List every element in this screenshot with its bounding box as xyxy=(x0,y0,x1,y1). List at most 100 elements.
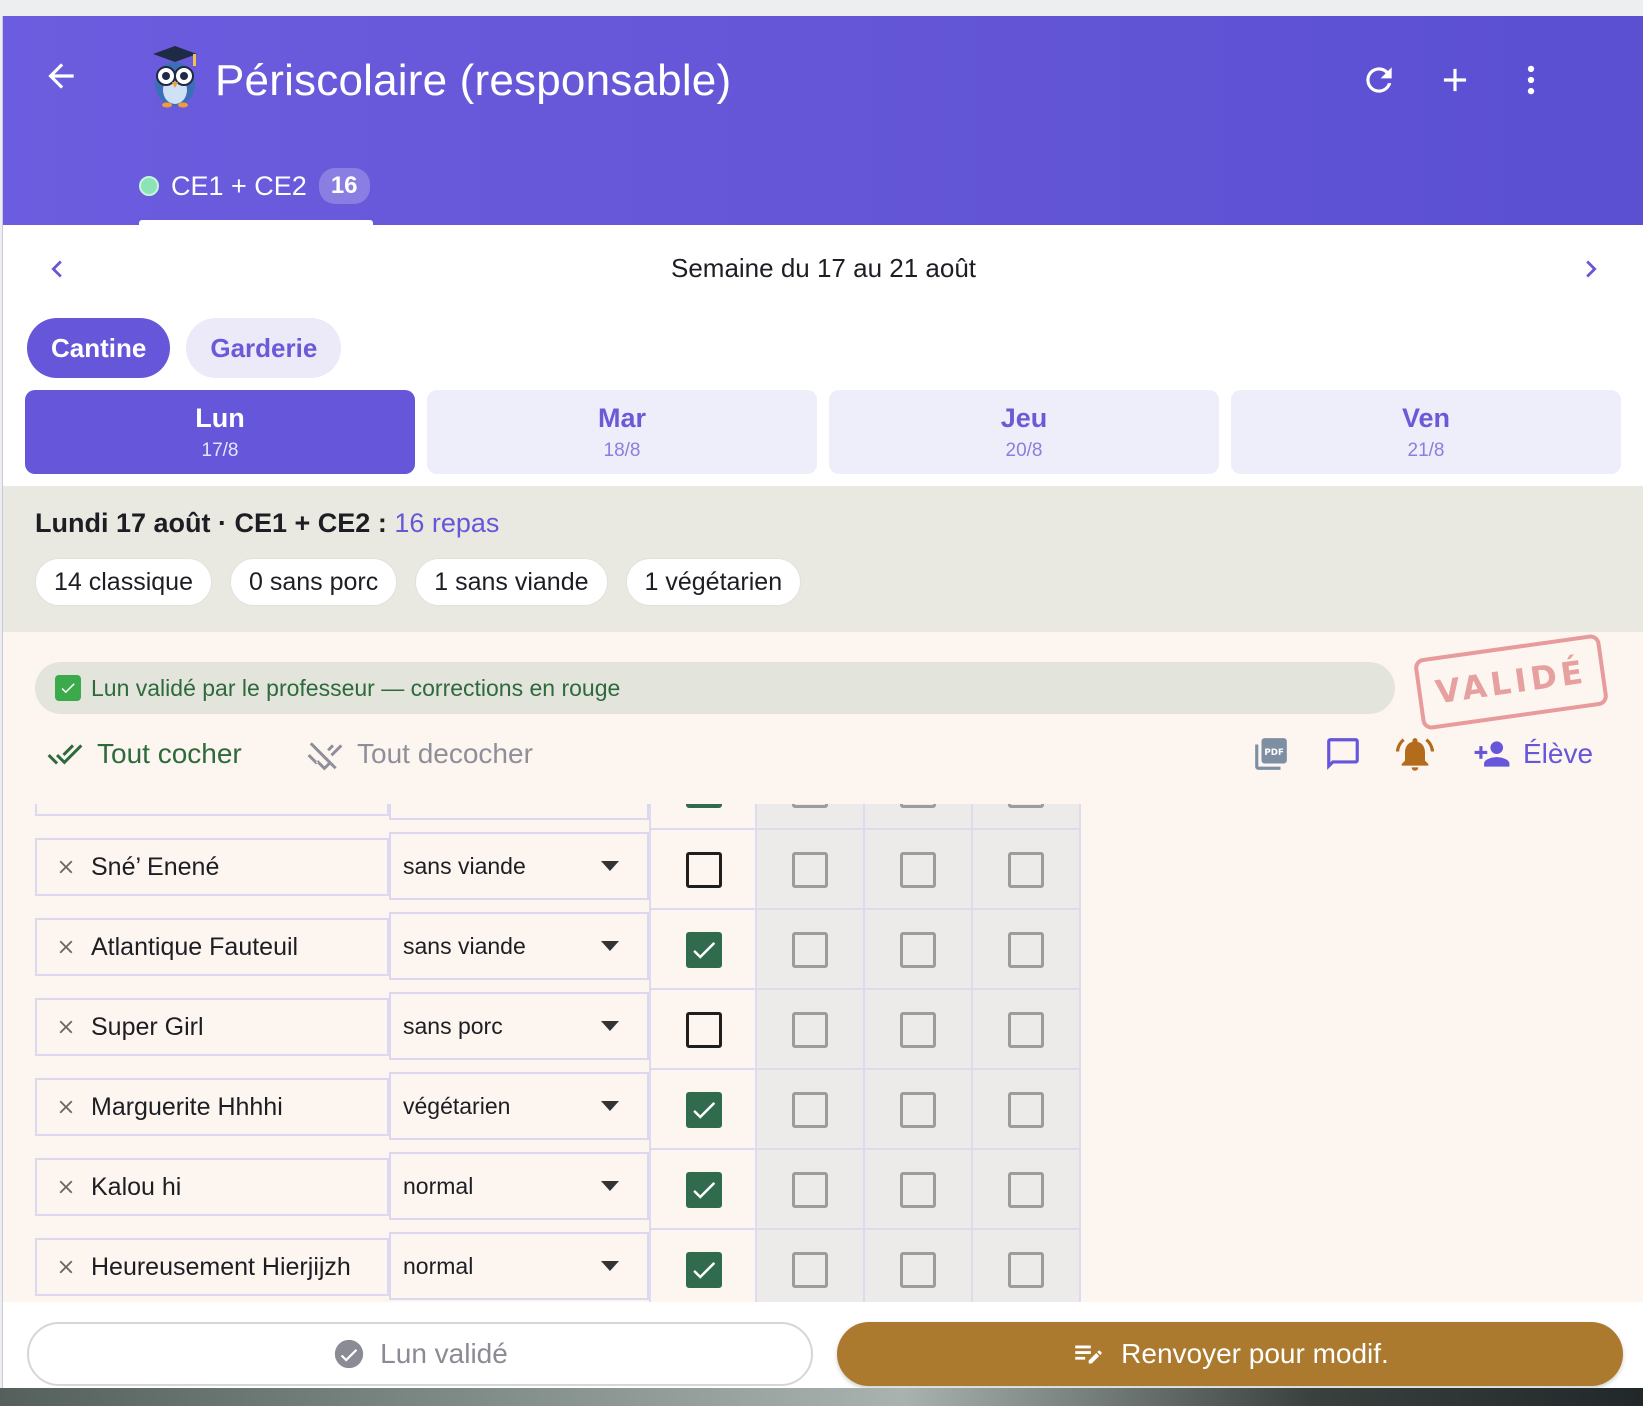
attendance-cell xyxy=(863,1068,973,1152)
attendance-cell xyxy=(755,1068,865,1152)
attendance-checkbox[interactable] xyxy=(792,1172,828,1208)
day-validated-button[interactable]: Lun validé xyxy=(27,1322,813,1386)
diet-select[interactable]: normal xyxy=(389,1232,649,1300)
bell-icon xyxy=(1395,738,1435,771)
attendance-checkbox[interactable] xyxy=(792,1092,828,1128)
add-student-button[interactable]: Élève xyxy=(1473,732,1593,776)
remove-student-button[interactable] xyxy=(53,1094,79,1120)
close-icon xyxy=(59,940,73,954)
attendance-cell xyxy=(863,1148,973,1232)
day-tab-lun[interactable]: Lun 17/8 xyxy=(25,390,415,474)
remove-student-button[interactable] xyxy=(53,1174,79,1200)
attendance-checkbox[interactable] xyxy=(792,1252,828,1288)
add-button[interactable] xyxy=(1435,60,1475,100)
day-date: 21/8 xyxy=(1407,439,1445,461)
service-chip-cantine[interactable]: Cantine xyxy=(27,318,171,378)
more-menu-button[interactable] xyxy=(1511,60,1551,100)
diet-count-chips: 14 classique 0 sans porc 1 sans viande 1… xyxy=(35,558,802,606)
action-footer: Lun validé Renvoyer pour modif. xyxy=(3,1302,1643,1388)
student-name: Heureusement Hierjijzh xyxy=(91,1252,351,1281)
student-name-cell: Super Girl xyxy=(35,998,389,1056)
attendance-cell xyxy=(863,908,973,992)
meal-count: 16 repas xyxy=(394,508,500,538)
check-icon xyxy=(693,1262,716,1279)
notify-button[interactable] xyxy=(1393,732,1437,776)
attendance-checkbox[interactable] xyxy=(900,1252,936,1288)
attendance-checkbox[interactable] xyxy=(792,932,828,968)
person-add-icon xyxy=(1474,741,1510,767)
svg-text:PDF: PDF xyxy=(1264,748,1284,758)
attendance-checkbox[interactable] xyxy=(1008,932,1044,968)
meal-summary: Lundi 17 août · CE1 + CE2 : 16 repas 14 … xyxy=(3,486,1643,632)
remove-student-button[interactable] xyxy=(53,934,79,960)
student-row: Marguerite Hhhhi végétarien xyxy=(3,1068,1643,1152)
app-window: Périscolaire (responsable) CE1 + CE2 16 xyxy=(2,16,1643,1388)
diet-select[interactable]: sans viande xyxy=(389,832,649,900)
back-button[interactable] xyxy=(37,52,85,100)
attendance-checkbox[interactable] xyxy=(1008,804,1044,808)
day-tab-mar[interactable]: Mar 18/8 xyxy=(427,390,817,474)
attendance-checkbox[interactable] xyxy=(686,852,722,888)
comment-button[interactable] xyxy=(1321,732,1365,776)
send-back-for-edit-button[interactable]: Renvoyer pour modif. xyxy=(837,1322,1623,1386)
day-validated-label: Lun validé xyxy=(380,1338,508,1369)
attendance-checkbox[interactable] xyxy=(900,852,936,888)
attendance-checkbox[interactable] xyxy=(1008,1012,1044,1048)
attendance-checkbox[interactable] xyxy=(686,1012,722,1048)
remove-student-button[interactable] xyxy=(53,1254,79,1280)
next-week-button[interactable] xyxy=(1569,247,1613,291)
send-back-label: Renvoyer pour modif. xyxy=(1121,1338,1389,1369)
tab-class-ce1-ce2[interactable]: CE1 + CE2 16 xyxy=(139,156,370,216)
diet-select[interactable] xyxy=(389,804,649,820)
attendance-cell xyxy=(649,1228,759,1302)
diet-select[interactable]: végétarien xyxy=(389,1072,649,1140)
student-name: Atlantique Fauteuil xyxy=(91,932,299,961)
service-chip-garderie[interactable]: Garderie xyxy=(186,318,342,378)
attendance-checkbox[interactable] xyxy=(900,1172,936,1208)
owl-logo-icon xyxy=(145,44,205,108)
service-selector: Cantine Garderie xyxy=(27,318,342,378)
check-box-emoji-icon xyxy=(55,675,81,701)
attendance-cell xyxy=(649,828,759,912)
attendance-checkbox[interactable] xyxy=(900,804,936,808)
attendance-checkbox[interactable] xyxy=(1008,1252,1044,1288)
student-name: Kalou hi xyxy=(91,1172,182,1201)
attendance-checkbox[interactable] xyxy=(900,932,936,968)
export-pdf-button[interactable]: PDF xyxy=(1249,732,1293,776)
attendance-checkbox[interactable] xyxy=(686,932,722,968)
refresh-icon xyxy=(1366,67,1392,93)
attendance-checkbox[interactable] xyxy=(686,1172,722,1208)
attendance-checkbox[interactable] xyxy=(1008,1092,1044,1128)
attendance-checkbox[interactable] xyxy=(686,804,722,808)
diet-select-value: sans viande xyxy=(403,932,526,959)
attendance-checkbox[interactable] xyxy=(686,1092,722,1128)
attendance-checkbox[interactable] xyxy=(1008,1172,1044,1208)
attendance-checkbox[interactable] xyxy=(900,1092,936,1128)
diet-select[interactable]: sans porc xyxy=(389,992,649,1060)
remove-student-button[interactable] xyxy=(53,854,79,880)
check-all-button[interactable]: Tout cocher xyxy=(47,728,242,780)
remove-done-icon xyxy=(307,742,343,771)
attendance-checkbox[interactable] xyxy=(792,804,828,808)
attendance-checkbox[interactable] xyxy=(792,1012,828,1048)
close-icon xyxy=(59,860,73,874)
day-tab-jeu[interactable]: Jeu 20/8 xyxy=(829,390,1219,474)
week-navigator: Semaine du 17 au 21 août xyxy=(3,225,1643,313)
student-row: Sné’ Enené sans viande xyxy=(3,828,1643,912)
attendance-checkbox[interactable] xyxy=(900,1012,936,1048)
attendance-checkbox[interactable] xyxy=(686,1252,722,1288)
attendance-checkbox[interactable] xyxy=(1008,852,1044,888)
day-tab-ven[interactable]: Ven 21/8 xyxy=(1231,390,1621,474)
attendance-checkbox[interactable] xyxy=(792,852,828,888)
diet-select[interactable]: sans viande xyxy=(389,912,649,980)
attendance-cell xyxy=(971,988,1081,1072)
arrow-left-icon xyxy=(48,63,74,89)
uncheck-all-button[interactable]: Tout decocher xyxy=(307,728,533,780)
remove-student-button[interactable] xyxy=(53,1014,79,1040)
close-icon xyxy=(59,1260,73,1274)
student-name-cell xyxy=(35,804,389,816)
close-icon xyxy=(59,1180,73,1194)
refresh-button[interactable] xyxy=(1359,60,1399,100)
diet-select[interactable]: normal xyxy=(389,1152,649,1220)
close-icon xyxy=(59,1100,73,1114)
